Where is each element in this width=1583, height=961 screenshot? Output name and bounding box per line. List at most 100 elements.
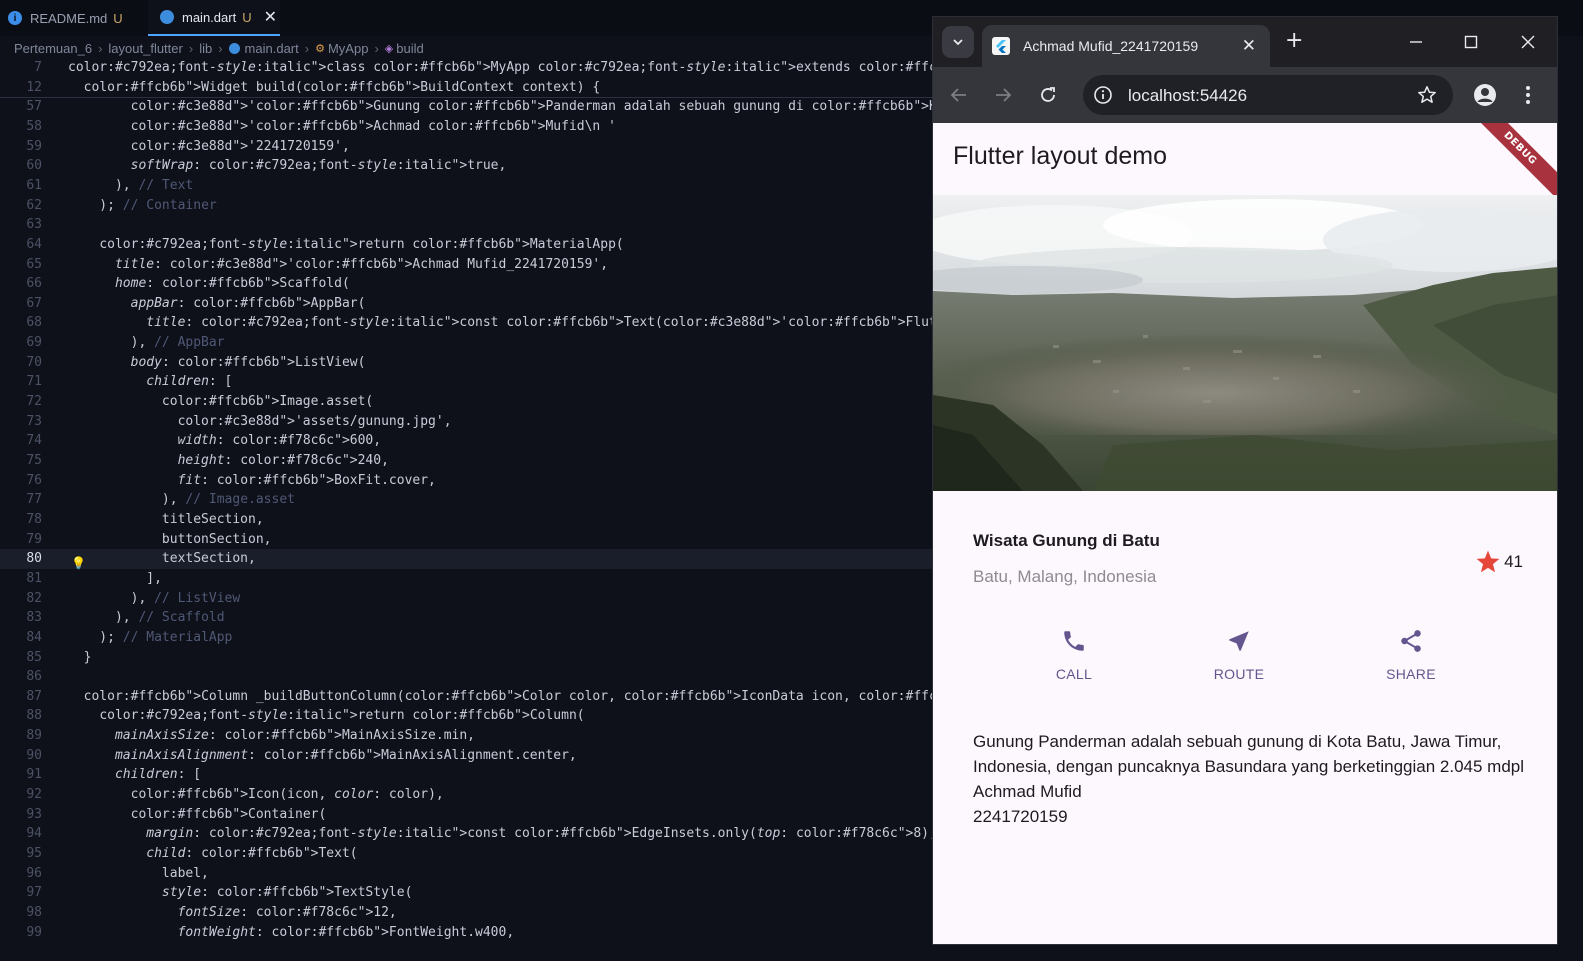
code-line[interactable]: 66 home: color:#ffcb6b">Scaffold(: [0, 274, 932, 294]
tab-readme[interactable]: i README.md U: [8, 0, 148, 36]
maximize-button[interactable]: [1456, 29, 1486, 55]
tab-main-dart[interactable]: main.dart U ✕: [148, 0, 280, 36]
code-line[interactable]: 65 title: color:#c3e88d">'color:#ffcb6b"…: [0, 255, 932, 275]
near-me-icon: [1229, 631, 1249, 651]
code-line[interactable]: 63: [0, 215, 932, 235]
line-number: 89: [26, 728, 42, 744]
code-line[interactable]: 67 appBar: color:#ffcb6b">AppBar(: [0, 294, 932, 314]
close-icon[interactable]: ✕: [264, 7, 277, 27]
description-text: Gunung Panderman adalah sebuah gunung di…: [973, 732, 1525, 826]
browser-tab[interactable]: Achmad Mufid_2241720159 ✕: [982, 25, 1270, 67]
code-line[interactable]: 77 ), // Image.asset: [0, 490, 932, 510]
line-number: 63: [26, 217, 42, 233]
code-area[interactable]: 7 color:#c792ea;font-style:italic">class …: [0, 58, 932, 961]
bookmark-star-icon[interactable]: [1417, 85, 1437, 105]
new-tab-button[interactable]: +: [1285, 28, 1303, 53]
code-line[interactable]: 80 textSection,: [0, 549, 932, 570]
code-text: color:#c3e88d">'color:#ffcb6b">Achmad co…: [130, 118, 616, 134]
share-icon: [1401, 630, 1421, 652]
share-button[interactable]: SHARE: [1351, 628, 1471, 682]
code-line[interactable]: 96 label,: [0, 864, 932, 884]
breadcrumb-item[interactable]: build: [396, 41, 423, 56]
breadcrumb-item[interactable]: lib: [199, 41, 212, 56]
code-line[interactable]: 73 color:#c3e88d">'assets/gunung.jpg',: [0, 412, 932, 432]
breadcrumb-item[interactable]: layout_flutter: [108, 41, 182, 56]
code-line[interactable]: 7 color:#c792ea;font-style:italic">class …: [0, 58, 932, 78]
code-line[interactable]: 84 ); // MaterialApp: [0, 628, 932, 648]
code-line[interactable]: 82 ), // ListView: [0, 589, 932, 609]
code-line[interactable]: 87 color:#ffcb6b">Column _buildButtonCol…: [0, 687, 932, 707]
lightbulb-icon[interactable]: 💡: [71, 556, 86, 570]
line-number: 86: [26, 669, 42, 685]
code-line[interactable]: 69 ), // AppBar: [0, 333, 932, 353]
code-text: color:#c3e88d">'assets/gunung.jpg',: [177, 413, 452, 429]
breadcrumb-item[interactable]: main.dart: [245, 41, 299, 56]
code-line[interactable]: 94 margin: color:#c792ea;font-style:ital…: [0, 824, 932, 844]
code-text: ); // Container: [68, 197, 217, 213]
code-line[interactable]: 71 children: [: [0, 372, 932, 392]
breadcrumb-item[interactable]: Pertemuan_6: [14, 41, 92, 56]
browser-menu-button[interactable]: [1518, 81, 1538, 109]
profile-button[interactable]: [1471, 81, 1499, 109]
line-number: 67: [26, 295, 42, 311]
code-line[interactable]: 64 color:#c792ea;font-style:italic">retu…: [0, 235, 932, 255]
tab-search-button[interactable]: [942, 26, 974, 58]
code-line[interactable]: 97 style: color:#ffcb6b">TextStyle(: [0, 883, 932, 903]
arrow-left-icon: [950, 88, 966, 102]
code-text: ), // ListView: [68, 590, 241, 606]
chevron-right-icon: ›: [98, 40, 103, 56]
code-line[interactable]: 95 child: color:#ffcb6b">Text(: [0, 844, 932, 864]
code-line[interactable]: 85 }: [0, 648, 932, 668]
site-info-icon[interactable]: [1093, 85, 1113, 105]
code-line[interactable]: 98 fontSize: color:#f78c6c">12,: [0, 903, 932, 923]
method-symbol-icon: ◈: [384, 42, 394, 55]
code-line[interactable]: 93 color:#ffcb6b">Container(: [0, 805, 932, 825]
close-tab-icon[interactable]: ✕: [1242, 36, 1256, 56]
code-line[interactable]: 59 color:#c3e88d">'2241720159',: [0, 137, 932, 157]
code-line[interactable]: 60 softWrap: color:#c792ea;font-style:it…: [0, 156, 932, 176]
forward-button[interactable]: [989, 81, 1017, 109]
code-line[interactable]: 68 title: color:#c792ea;font-style:itali…: [0, 313, 932, 333]
code-line[interactable]: 75 height: color:#f78c6c">240,: [0, 451, 932, 471]
code-line[interactable]: 62 ); // Container: [0, 196, 932, 216]
line-number: 68: [26, 315, 42, 331]
code-line[interactable]: 57 color:#c3e88d">'color:#ffcb6b">Gunung…: [0, 97, 932, 117]
code-line[interactable]: 58 color:#c3e88d">'color:#ffcb6b">Achmad…: [0, 117, 932, 137]
chevron-right-icon: ›: [304, 40, 310, 56]
minimize-button[interactable]: [1401, 29, 1431, 55]
code-line[interactable]: 88 color:#c792ea;font-style:italic">retu…: [0, 706, 932, 726]
close-window-button[interactable]: [1513, 29, 1543, 55]
address-bar[interactable]: localhost:54426: [1083, 75, 1453, 115]
code-line[interactable]: 81 ],: [0, 569, 932, 589]
code-line[interactable]: 61 ), // Text: [0, 176, 932, 196]
call-button[interactable]: CALL: [1014, 628, 1134, 682]
code-line[interactable]: 79 buttonSection,: [0, 530, 932, 550]
code-line[interactable]: 89 mainAxisSize: color:#ffcb6b">MainAxis…: [0, 726, 932, 746]
code-line[interactable]: 72 color:#ffcb6b">Image.asset(: [0, 392, 932, 412]
star-icon: [1476, 550, 1500, 573]
code-line[interactable]: 99 fontWeight: color:#ffcb6b">FontWeight…: [0, 923, 932, 943]
code-line[interactable]: 90 mainAxisAlignment: color:#ffcb6b">Mai…: [0, 746, 932, 766]
code-text: color:#ffcb6b">Widget build(color:#ffcb6…: [83, 79, 601, 95]
code-line[interactable]: 70 body: color:#ffcb6b">ListView(: [0, 353, 932, 373]
code-text: color:#ffcb6b">Column _buildButtonColumn…: [83, 688, 932, 704]
code-text: ), // AppBar: [68, 335, 225, 351]
phone-icon: [1064, 631, 1084, 651]
close-icon: [1521, 35, 1535, 49]
code-line[interactable]: 83 ), // Scaffold: [0, 608, 932, 628]
line-number: 66: [26, 276, 42, 292]
reload-button[interactable]: [1034, 81, 1062, 109]
back-button[interactable]: [945, 81, 973, 109]
code-line[interactable]: 78 titleSection,: [0, 510, 932, 530]
route-button[interactable]: ROUTE: [1179, 628, 1299, 682]
code-line[interactable]: 74 width: color:#f78c6c">600,: [0, 431, 932, 451]
code-line[interactable]: 91 children: [: [0, 765, 932, 785]
code-line[interactable]: 86: [0, 667, 932, 687]
code-line[interactable]: 76 fit: color:#ffcb6b">BoxFit.cover,: [0, 471, 932, 491]
call-label: CALL: [1055, 666, 1093, 682]
tab-readme-label: README.md: [30, 10, 108, 26]
line-number: 79: [26, 531, 42, 547]
breadcrumb-item[interactable]: MyApp: [328, 41, 368, 56]
code-line[interactable]: 12 color:#ffcb6b">Widget build(color:#ff…: [0, 77, 932, 98]
code-line[interactable]: 92 color:#ffcb6b">Icon(icon, color: colo…: [0, 785, 932, 805]
